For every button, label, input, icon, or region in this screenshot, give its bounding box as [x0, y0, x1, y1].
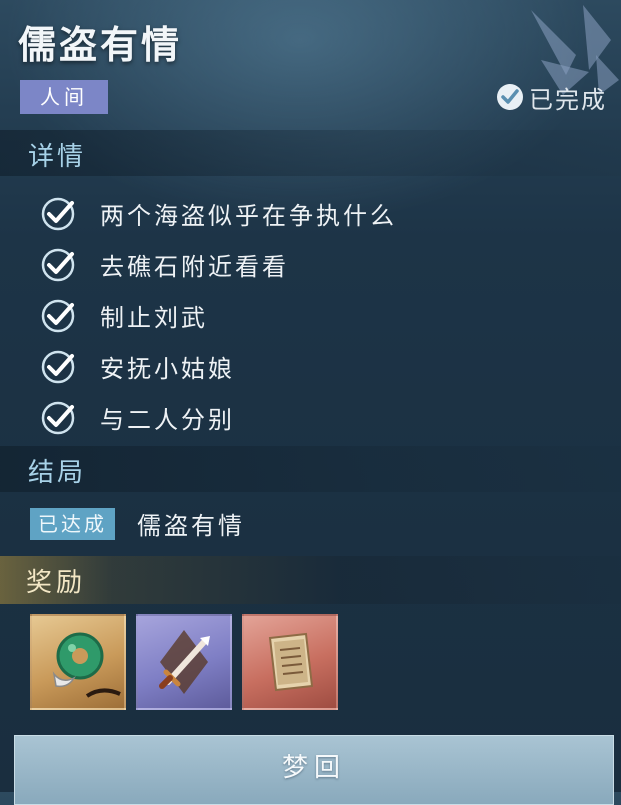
ending-band [0, 446, 621, 492]
ending-achieved-badge: 已达成 [30, 507, 115, 540]
completed-check-icon [497, 84, 523, 110]
completion-status: 已完成 [495, 80, 607, 114]
details-heading: 详情 [28, 142, 87, 172]
reward-slot-sword[interactable] [136, 614, 232, 710]
sword-icon [159, 630, 210, 694]
reward-slot-jade-pendant[interactable] [30, 614, 126, 710]
task-item: 安抚小姑娘 [38, 341, 397, 392]
check-circle-icon [41, 350, 75, 383]
check-circle-icon [41, 197, 75, 230]
dream-replay-button[interactable]: 梦回 [14, 735, 614, 805]
reward-band [0, 556, 621, 604]
ending-row: 已达成 儒盗有情 [30, 506, 245, 541]
quest-title: 儒盗有情 [18, 23, 183, 67]
task-item: 两个海盗似乎在争执什么 [38, 188, 397, 239]
task-text: 去礁石附近看看 [100, 253, 289, 281]
realm-tag: 人间 [20, 80, 108, 114]
task-text: 安抚小姑娘 [100, 355, 235, 383]
details-band [0, 130, 621, 176]
ending-name: 儒盗有情 [137, 512, 245, 540]
task-list: 两个海盗似乎在争执什么 去礁石附近看看 制止刘武 安抚小姑娘 与二人分别 [38, 188, 397, 443]
ending-heading: 结局 [28, 458, 87, 488]
task-text: 制止刘武 [100, 304, 208, 332]
check-circle-icon [41, 248, 75, 281]
task-text: 两个海盗似乎在争执什么 [100, 202, 397, 230]
reward-heading: 奖励 [26, 568, 87, 598]
reward-slot-book[interactable] [242, 614, 338, 710]
status-label: 已完成 [529, 85, 607, 114]
book-icon [268, 632, 314, 692]
task-item: 去礁石附近看看 [38, 239, 397, 290]
task-item: 制止刘武 [38, 290, 397, 341]
check-circle-icon [41, 299, 75, 332]
jade-pendant-icon [52, 632, 121, 698]
check-circle-icon [41, 401, 75, 434]
task-item: 与二人分别 [38, 392, 397, 443]
task-text: 与二人分别 [100, 406, 235, 434]
